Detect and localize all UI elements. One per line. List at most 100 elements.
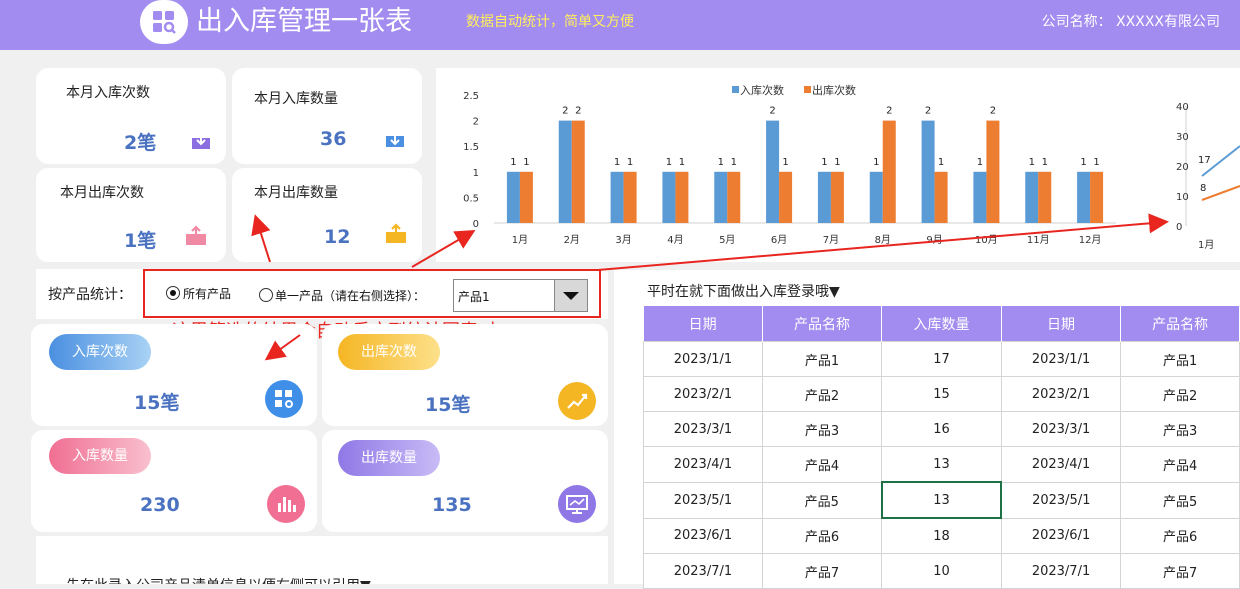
table-cell[interactable]: 产品4 [761, 446, 883, 483]
table-cell[interactable]: 产品6 [1120, 517, 1240, 554]
table-cell[interactable]: 2023/5/1 [1000, 481, 1122, 519]
y-tick-label: 1.5 [463, 142, 479, 153]
table-cell[interactable]: 13 [880, 481, 1003, 519]
x-tick-label: 9月 [926, 234, 942, 246]
table-cell[interactable]: 2023/6/1 [1000, 517, 1122, 554]
stat-value: 135 [432, 494, 472, 516]
card-value: 12 [324, 226, 351, 248]
data-label: 1 [821, 157, 827, 168]
table-cell[interactable]: 2023/2/1 [1000, 376, 1122, 412]
table-cell[interactable]: 18 [881, 517, 1002, 554]
card-label: 本月入库数量 [254, 91, 338, 107]
card-value: 1笔 [124, 230, 157, 252]
column-header: 产品名称 [1120, 306, 1240, 342]
data-label: 1 [1080, 157, 1086, 168]
x-tick-label: 11月 [1027, 234, 1050, 246]
data-label: 1 [679, 157, 685, 168]
legend-swatch [732, 86, 739, 93]
data-label: 1 [666, 157, 672, 168]
y-tick-label: 0 [473, 219, 479, 230]
bar [973, 171, 987, 223]
table-cell[interactable]: 产品5 [1120, 481, 1240, 519]
bar [921, 120, 935, 223]
column-header: 日期 [1001, 306, 1122, 342]
y-tick-label: 1 [473, 168, 479, 179]
table-cell[interactable]: 2023/1/1 [1000, 341, 1122, 377]
legend-swatch [804, 86, 811, 93]
bar [1077, 171, 1091, 223]
bar [817, 171, 831, 223]
y-tick-label: 0 [1176, 222, 1182, 233]
data-label: 1 [1029, 157, 1035, 168]
y-tick-label: 30 [1176, 132, 1189, 143]
page-subtitle: 数据自动统计，简单又方便 [466, 14, 634, 30]
y-tick-label: 10 [1176, 192, 1189, 203]
table-cell[interactable]: 10 [881, 553, 1002, 589]
table-cell[interactable]: 2023/4/1 [643, 446, 763, 483]
grid-search-icon [265, 380, 303, 418]
table-header-row: 日期 产品名称 入库数量 日期 产品名称 [643, 306, 1240, 342]
table-cell[interactable]: 2023/2/1 [643, 376, 763, 412]
table-cell[interactable]: 产品7 [1120, 553, 1240, 589]
data-label: 2 [990, 106, 996, 117]
data-label: 1 [731, 157, 737, 168]
legend-label: 出库次数 [812, 83, 856, 97]
series-line [1201, 185, 1240, 201]
table-row: 2023/2/1 产品2 15 2023/2/1 产品2 [643, 376, 1240, 412]
data-label: 1 [834, 157, 840, 168]
data-label: 1 [782, 157, 788, 168]
record-table: 日期 产品名称 入库数量 日期 产品名称 2023/1/1 产品1 17 2023/1… [643, 306, 1240, 589]
stat-pill: 入库数量 [49, 438, 151, 474]
y-tick-label: 2.5 [463, 91, 479, 102]
table-cell[interactable]: 产品4 [1120, 446, 1240, 483]
table-cell[interactable]: 16 [881, 411, 1002, 447]
table-cell[interactable]: 产品7 [761, 553, 883, 589]
table-cell[interactable]: 产品3 [1120, 411, 1240, 447]
stat-card-out-qty: 出库数量 135 [322, 430, 608, 532]
data-label: 2 [575, 106, 581, 117]
table-caption: 平时在就下面做出入库登录哦▼ [647, 284, 840, 300]
inbox-icon [386, 132, 404, 147]
table-cell[interactable]: 产品5 [761, 481, 883, 519]
x-tick-label: 7月 [823, 234, 839, 246]
stat-card-in-qty: 入库数量 230 [31, 430, 317, 532]
table-cell[interactable]: 2023/4/1 [1000, 446, 1122, 483]
card-label: 本月入库次数 [66, 85, 150, 101]
bar [714, 171, 728, 223]
bar [1025, 171, 1039, 223]
table-cell[interactable]: 13 [881, 446, 1002, 483]
trend-chart-icon [558, 382, 596, 420]
bar [934, 171, 948, 223]
table-cell[interactable]: 产品1 [1120, 341, 1240, 377]
table-cell[interactable]: 2023/3/1 [1000, 411, 1122, 447]
table-cell[interactable]: 产品2 [1120, 376, 1240, 412]
table-cell[interactable]: 2023/3/1 [643, 411, 763, 447]
table-cell[interactable]: 产品1 [761, 341, 883, 377]
data-label: 17 [1198, 155, 1211, 166]
x-tick-label: 10月 [975, 234, 998, 246]
table-cell[interactable]: 2023/7/1 [643, 553, 763, 589]
y-tick-label: 40 [1176, 102, 1189, 113]
table-cell[interactable]: 2023/1/1 [643, 341, 763, 377]
line-chart-panel: 0 10 20 30 40 17 8 1月 [1176, 68, 1240, 262]
table-cell[interactable]: 2023/6/1 [643, 517, 763, 554]
bar-chart-icon [267, 485, 305, 523]
card-month-out-qty: 本月出库数量 12 [232, 168, 422, 262]
bar [675, 171, 689, 223]
x-tick-label: 3月 [615, 234, 631, 246]
filter-label: 按产品统计： [48, 287, 132, 303]
table-cell[interactable]: 2023/7/1 [1000, 553, 1122, 589]
table-cell[interactable]: 产品2 [761, 376, 883, 412]
table-cell[interactable]: 15 [881, 376, 1002, 412]
table-cell[interactable]: 产品6 [761, 517, 883, 554]
card-month-in-qty: 本月入库数量 36 [232, 68, 422, 164]
data-label: 2 [886, 106, 892, 117]
outbox-icon [386, 223, 406, 243]
table-cell[interactable]: 2023/5/1 [643, 481, 763, 519]
data-label: 1 [873, 157, 879, 168]
page-title: 出入库管理一张表 [196, 6, 412, 37]
table-cell[interactable]: 17 [881, 341, 1002, 377]
table-cell[interactable]: 产品3 [761, 411, 883, 447]
table-row: 2023/3/1 产品3 16 2023/3/1 产品3 [643, 411, 1240, 447]
card-label: 本月出库数量 [254, 185, 338, 201]
